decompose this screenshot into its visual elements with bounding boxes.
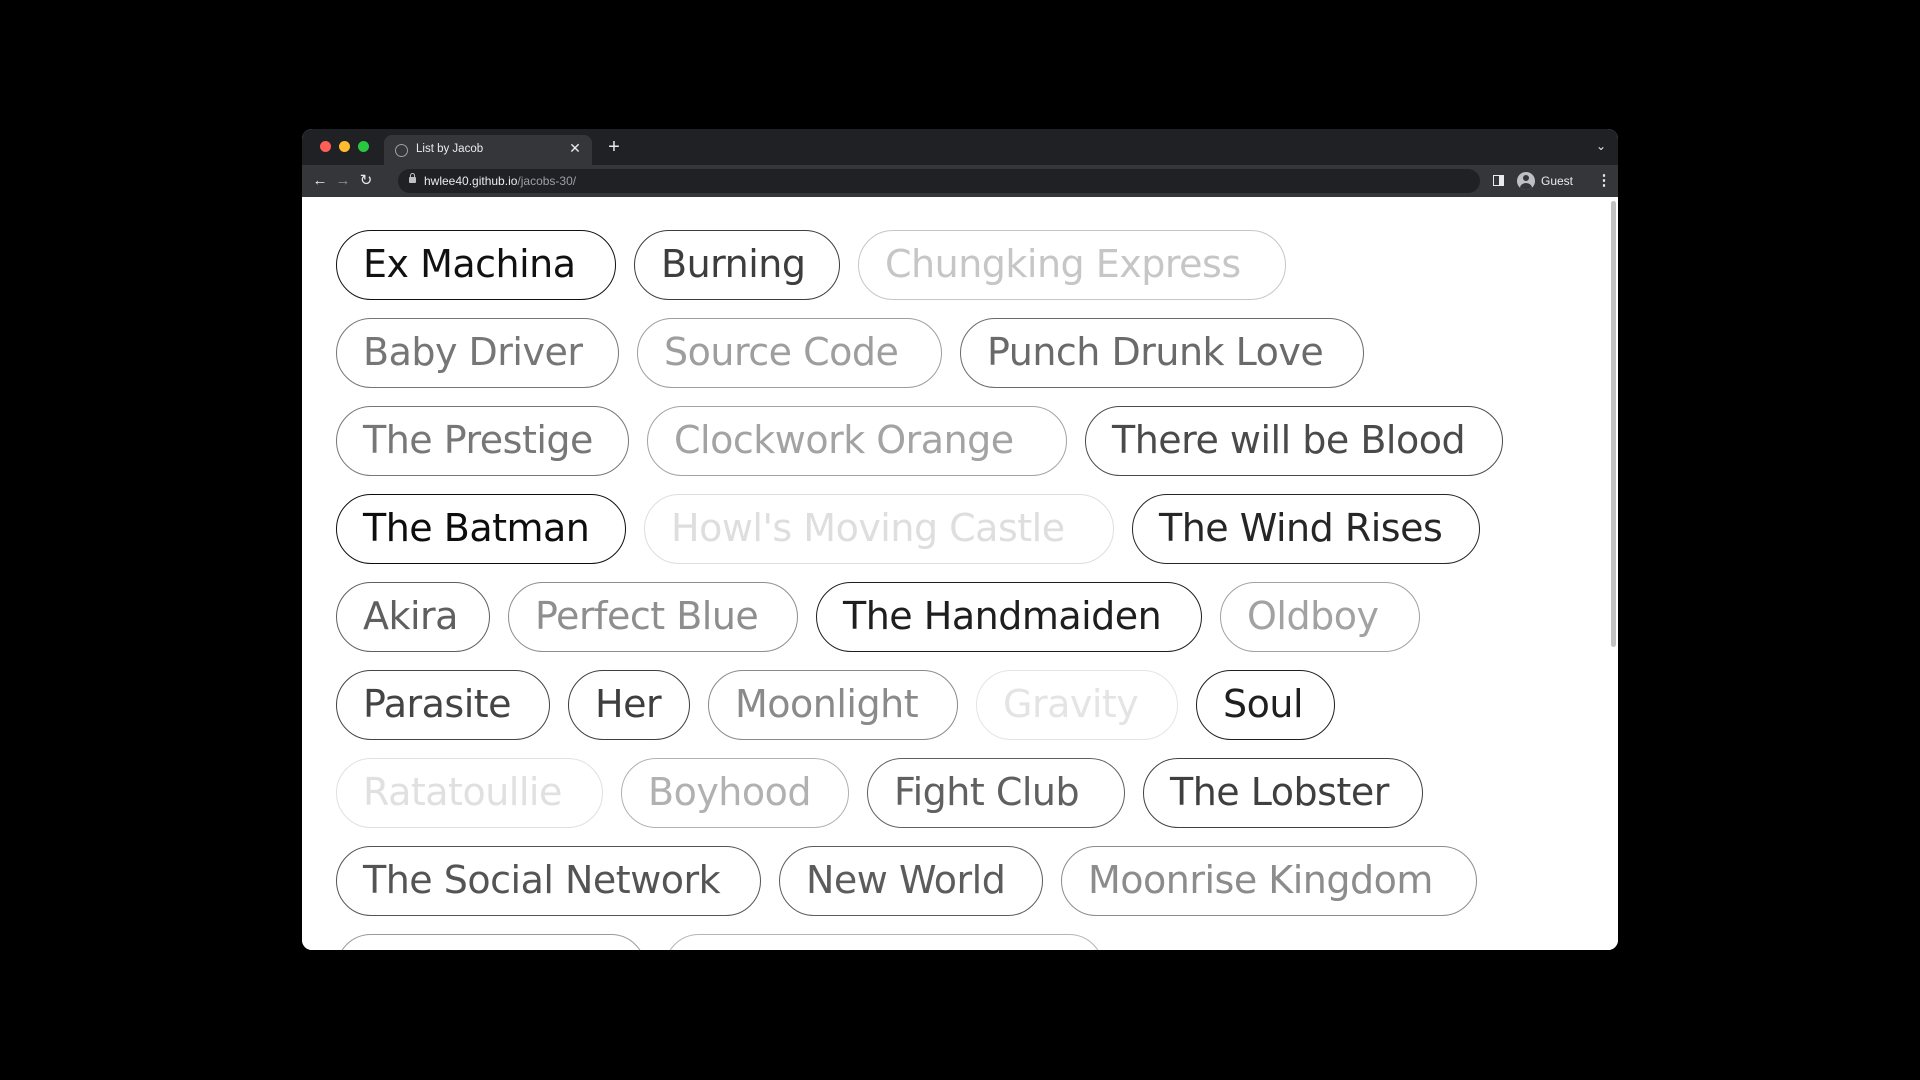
film-pill[interactable]: Ex Machina bbox=[336, 230, 616, 300]
film-pill[interactable]: The Lobster bbox=[1143, 758, 1423, 828]
film-pill[interactable]: Howl's Moving Castle bbox=[644, 494, 1114, 564]
film-pill[interactable]: Chungking Express bbox=[858, 230, 1286, 300]
forward-arrow-icon[interactable]: → bbox=[333, 171, 353, 191]
profile-button[interactable]: Guest bbox=[1515, 169, 1589, 193]
film-pill[interactable]: Gravity bbox=[976, 670, 1178, 740]
film-pill[interactable] bbox=[336, 934, 646, 950]
page-scrollbar[interactable] bbox=[1611, 201, 1616, 647]
maximize-window-button[interactable] bbox=[358, 141, 369, 152]
film-list: Ex Machina Burning Chungking Express Bab… bbox=[336, 230, 1536, 950]
film-pill[interactable]: Akira bbox=[336, 582, 490, 652]
film-pill[interactable]: Fight Club bbox=[867, 758, 1125, 828]
address-bar[interactable]: hwlee40.github.io/jacobs-30/ bbox=[398, 169, 1480, 193]
back-arrow-icon[interactable]: ← bbox=[310, 171, 330, 191]
film-pill[interactable]: Parasite bbox=[336, 670, 550, 740]
reload-icon[interactable]: ↻ bbox=[356, 171, 376, 191]
film-pill[interactable]: The Batman bbox=[336, 494, 626, 564]
tab-search-chevron-icon[interactable]: ⌄ bbox=[1596, 139, 1606, 153]
film-pill[interactable]: There will be Blood bbox=[1085, 406, 1503, 476]
film-pill[interactable]: Her bbox=[568, 670, 690, 740]
film-pill[interactable]: Soul bbox=[1196, 670, 1335, 740]
url-text: hwlee40.github.io/jacobs-30/ bbox=[424, 174, 577, 188]
film-pill[interactable]: Clockwork Orange bbox=[647, 406, 1067, 476]
tab-active[interactable]: List by Jacob ✕ bbox=[384, 135, 592, 165]
film-pill[interactable]: Burning bbox=[634, 230, 840, 300]
side-panel-icon[interactable] bbox=[1493, 175, 1504, 186]
page-content: Ex Machina Burning Chungking Express Bab… bbox=[302, 197, 1618, 950]
close-tab-icon[interactable]: ✕ bbox=[566, 139, 584, 157]
minimize-window-button[interactable] bbox=[339, 141, 350, 152]
film-pill[interactable]: Perfect Blue bbox=[508, 582, 798, 652]
globe-icon bbox=[395, 144, 408, 157]
film-pill[interactable]: Source Code bbox=[637, 318, 942, 388]
film-pill[interactable]: Oldboy bbox=[1220, 582, 1420, 652]
guest-avatar-icon bbox=[1517, 172, 1535, 190]
film-pill[interactable]: Boyhood bbox=[621, 758, 849, 828]
new-tab-button[interactable]: + bbox=[602, 135, 626, 159]
close-window-button[interactable] bbox=[320, 141, 331, 152]
film-pill[interactable]: Punch Drunk Love bbox=[960, 318, 1364, 388]
film-pill[interactable]: Ratatoullie bbox=[336, 758, 603, 828]
window-controls bbox=[320, 141, 369, 152]
lock-icon bbox=[409, 173, 416, 183]
film-pill[interactable]: The Handmaiden bbox=[816, 582, 1202, 652]
profile-label: Guest bbox=[1541, 174, 1574, 188]
browser-window: List by Jacob ✕ + ⌄ ← → ↻ hwlee40.github… bbox=[302, 129, 1618, 950]
tab-title: List by Jacob bbox=[416, 143, 484, 155]
browser-toolbar: ← → ↻ hwlee40.github.io/jacobs-30/ Guest… bbox=[302, 165, 1618, 197]
film-pill[interactable]: The Wind Rises bbox=[1132, 494, 1480, 564]
tab-strip: List by Jacob ✕ + ⌄ bbox=[302, 129, 1618, 165]
film-pill[interactable]: Moonlight bbox=[708, 670, 958, 740]
film-pill[interactable] bbox=[664, 934, 1104, 950]
film-pill[interactable]: The Prestige bbox=[336, 406, 629, 476]
film-pill[interactable]: Moonrise Kingdom bbox=[1061, 846, 1477, 916]
film-pill[interactable]: New World bbox=[779, 846, 1043, 916]
film-pill[interactable]: The Social Network bbox=[336, 846, 761, 916]
more-menu-icon[interactable]: ⋮ bbox=[1596, 171, 1612, 191]
film-pill[interactable]: Baby Driver bbox=[336, 318, 619, 388]
